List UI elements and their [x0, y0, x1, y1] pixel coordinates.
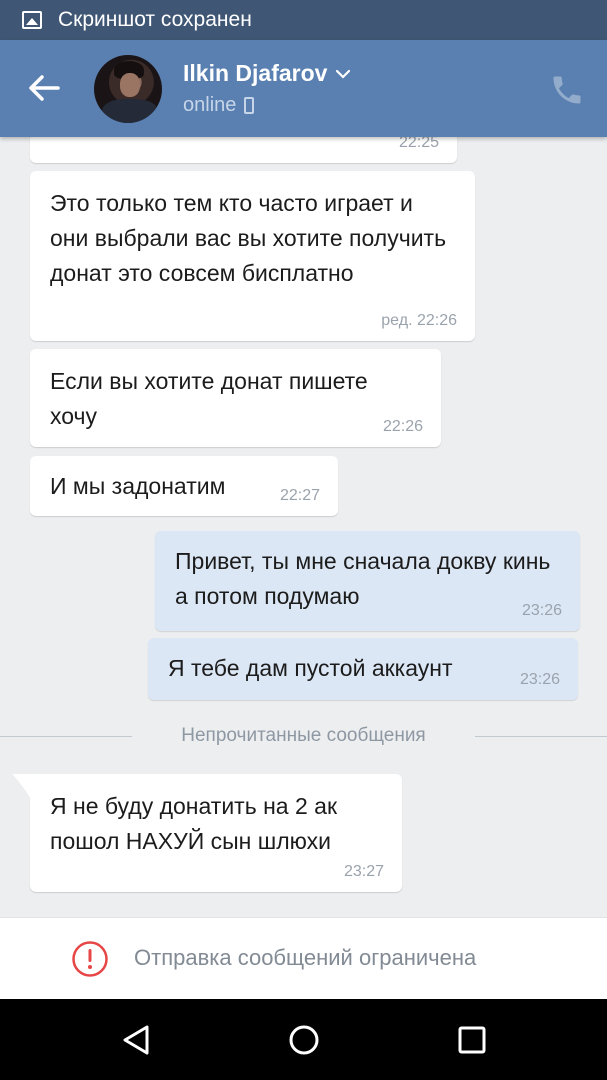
message-bubble-incoming[interactable]: Я не буду донатить на 2 ак пошол НАХУЙ с…: [30, 774, 402, 892]
nav-recents-button[interactable]: [451, 1019, 493, 1061]
chevron-down-icon: [336, 69, 351, 79]
nav-back-icon: [123, 1025, 149, 1055]
message-text: Если вы хотите донат пишете хочу: [50, 368, 368, 429]
message-time: 22:26: [382, 418, 423, 435]
message-time-edited: ред. 22:26: [381, 312, 457, 329]
message-time: 22:27: [279, 487, 320, 504]
chat-header: Ilkin Djafarov online: [0, 40, 607, 137]
messaging-restricted-text: Отправка сообщений ограничена: [134, 945, 477, 970]
back-button[interactable]: [22, 66, 66, 110]
image-icon: [22, 11, 42, 29]
phone-icon: [553, 76, 581, 104]
nav-home-icon: [289, 1025, 319, 1055]
call-button[interactable]: [549, 72, 585, 108]
nav-recents-icon: [458, 1026, 486, 1054]
contact-name-text: Ilkin Djafarov: [183, 60, 328, 86]
unread-divider-label: Непрочитанные сообщения: [181, 725, 426, 746]
status-bar: Скриншот сохранен: [0, 0, 607, 40]
bubble-tail: [12, 774, 34, 804]
message-bubble-incoming[interactable]: И мы задонатим 22:27: [30, 456, 338, 516]
screenshot-saved-notification: Скриншот сохранен: [58, 8, 252, 31]
nav-back-button[interactable]: [115, 1019, 157, 1061]
warning-circle-icon: [72, 941, 108, 977]
message-bubble-incoming[interactable]: 22:25: [30, 137, 457, 163]
navigation-bar: [0, 999, 607, 1080]
message-bubble-incoming[interactable]: Если вы хотите донат пишете хочу 22:26: [30, 349, 441, 447]
message-text: Привет, ты мне сначала докву кинь а пото…: [175, 548, 551, 609]
message-text: И мы задонатим: [50, 473, 226, 499]
message-bubble-outgoing[interactable]: Я тебе дам пустой аккаунт 23:26: [148, 638, 578, 700]
message-bubble-outgoing[interactable]: Привет, ты мне сначала докву кинь а пото…: [155, 531, 580, 631]
message-time: 23:26: [521, 602, 562, 619]
message-time: 22:25: [398, 137, 439, 151]
message-text: Я не буду донатить на 2 ак пошол НАХУЙ с…: [50, 793, 338, 854]
arrow-left-icon: [29, 75, 60, 101]
message-text: Я тебе дам пустой аккаунт: [168, 655, 453, 681]
nav-home-button[interactable]: [283, 1019, 325, 1061]
contact-name[interactable]: Ilkin Djafarov: [183, 60, 351, 87]
message-time: 23:26: [519, 671, 560, 688]
message-time: 23:27: [343, 863, 384, 880]
contact-status: online: [183, 94, 255, 117]
online-status-text: online: [183, 94, 237, 116]
message-text: Это только тем кто часто играет и они вы…: [50, 190, 447, 286]
messaging-restricted-bar: Отправка сообщений ограничена: [0, 917, 607, 999]
avatar[interactable]: [94, 55, 162, 123]
message-list[interactable]: 22:25 Это только тем кто часто играет и …: [0, 137, 607, 917]
message-bubble-incoming[interactable]: Это только тем кто часто играет и они вы…: [30, 171, 475, 341]
mobile-icon: [244, 97, 255, 114]
unread-messages-divider: Непрочитанные сообщения: [0, 726, 607, 746]
